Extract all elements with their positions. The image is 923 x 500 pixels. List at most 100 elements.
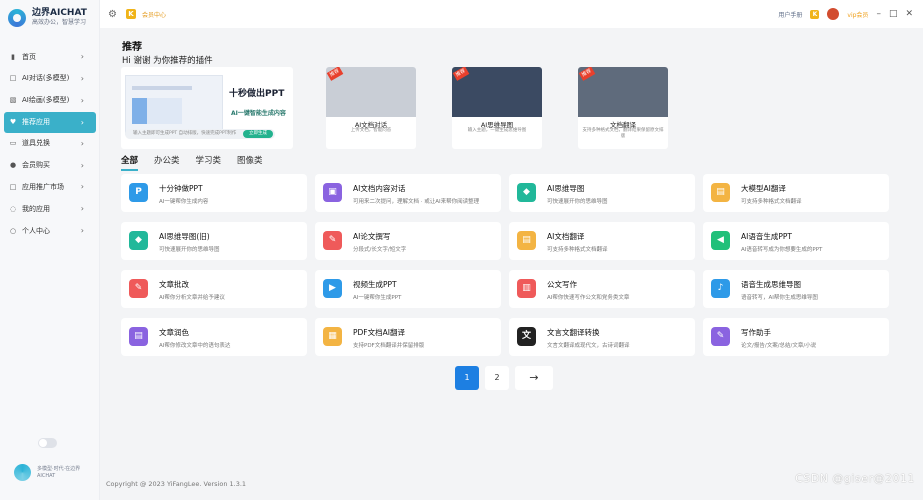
tab-3[interactable]: 图像类	[237, 154, 263, 171]
app-icon: ▤	[129, 327, 148, 346]
app-icon: ▥	[517, 279, 536, 298]
topbar-right: 用户手册 K vip会员 – □ ✕	[778, 8, 913, 20]
app-title: 语音生成思维导图	[741, 280, 801, 289]
nav-icon: □	[9, 182, 17, 191]
sidebar-item-8[interactable]: ○ 个人中心 ›	[0, 220, 100, 241]
vip-center-link[interactable]: 会员中心	[142, 10, 166, 19]
ppt-preview-image	[125, 75, 223, 135]
chevron-right-icon: ›	[80, 117, 84, 127]
app-card[interactable]: ▶ 视频生成PPT AI一键帮你生成PPT	[315, 270, 501, 308]
avatar[interactable]	[827, 8, 840, 20]
app-icon: P	[129, 183, 148, 202]
tab-1[interactable]: 办公类	[154, 154, 180, 171]
sidebar-item-1[interactable]: □ AI对话(多模型) ›	[0, 68, 100, 89]
tab-2[interactable]: 学习类	[196, 154, 222, 171]
nav-icon: ▧	[9, 96, 17, 105]
app-card[interactable]: ▤ 大模型AI翻译 可支持多种格式文档翻译	[703, 174, 889, 212]
app-card[interactable]: ▤ AI文档翻译 可支持多种格式文档翻译	[509, 222, 695, 260]
app-icon: ✎	[129, 279, 148, 298]
app-icon: ✎	[711, 327, 730, 346]
sidebar-item-3[interactable]: ♥ 推荐应用 ›	[4, 111, 96, 133]
brand-subtitle: 高效办公，智慧学习	[32, 19, 87, 26]
sidebar-item-label: 应用推广市场	[22, 182, 64, 191]
sidebar-item-label: 首页	[22, 52, 36, 61]
theme-toggle[interactable]	[38, 438, 57, 448]
nav-icon: ●	[9, 161, 17, 170]
app-card[interactable]: ▤ 文章润色 AI帮你修改文章中的语句表达	[121, 318, 307, 356]
sidebar-item-5[interactable]: ● 会员购买 ›	[0, 155, 100, 176]
app-icon: ▣	[323, 183, 342, 202]
chevron-right-icon: ›	[80, 160, 84, 170]
app-card[interactable]: ▦ PDF文档AI翻译 支持PDF文档翻译并保留排版	[315, 318, 501, 356]
app-desc: 分段式/长文字/短文字	[353, 247, 407, 253]
featured-card[interactable]: 推荐 文档翻译 支持多种格式文档，翻译结果保留原文排版	[578, 67, 668, 149]
app-card[interactable]: ✎ 文章批改 AI帮你分析文章并给予建议	[121, 270, 307, 308]
app-desc: AI语音转写成为你想要生成的PPT	[741, 247, 823, 253]
vip-badge-icon[interactable]: K	[126, 9, 136, 19]
sidebar-nav: ▮ 首页 › □ AI对话(多模型) › ▧ AI绘画(多模型) › ♥ 推荐应用 › ▭ 道具兑换 › ● 会…	[0, 46, 100, 242]
app-card[interactable]: ▥ 公文写作 AI帮你快速写作公文和党务类文章	[509, 270, 695, 308]
app-card[interactable]: ◆ AI思维导图 可快速展开你的思维导图	[509, 174, 695, 212]
chevron-right-icon: ›	[80, 204, 84, 214]
tab-0[interactable]: 全部	[121, 154, 139, 171]
app-card[interactable]: ◀ AI语音生成PPT AI语音转写成为你想要生成的PPT	[703, 222, 889, 260]
brand: 边界AICHAT 高效办公，智慧学习	[8, 8, 87, 27]
app-desc: AI帮你分析文章并给予建议	[159, 295, 225, 301]
app-desc: 可用来二次提问，理解文档 · 或让AI来帮你阅读整理	[353, 199, 480, 205]
k-badge-icon[interactable]: K	[810, 9, 820, 19]
sidebar-item-7[interactable]: ◌ 我的应用 ›	[0, 198, 100, 219]
topbar: ⚙ K 会员中心 用户手册 K vip会员 – □ ✕	[100, 0, 923, 28]
app-card[interactable]: ✎ 写作助手 论文/报告/文案/总结/文章/小说	[703, 318, 889, 356]
app-title: 文章批改	[159, 280, 189, 289]
app-icon: ◀	[711, 231, 730, 250]
app-title: AI语音生成PPT	[741, 232, 792, 241]
app-card[interactable]: 文 文言文翻译转换 文言文翻译成现代文，古诗词翻译	[509, 318, 695, 356]
maximize-button[interactable]: □	[889, 9, 898, 19]
featured-card[interactable]: 推荐 AI文档对话 上传文档，智能问答	[326, 67, 416, 149]
featured-ppt-banner[interactable]: 十秒做出PPT AI一键智能生成内容 输入主题即可生成PPT 自动排版，快速完成…	[121, 67, 293, 149]
sidebar-item-label: AI对话(多模型)	[22, 74, 70, 83]
app-desc: AI帮你快速写作公文和党务类文章	[547, 295, 630, 301]
app-card[interactable]: ▣ AI文档内容对话 可用来二次提问，理解文档 · 或让AI来帮你阅读整理	[315, 174, 501, 212]
sidebar-item-4[interactable]: ▭ 道具兑换 ›	[0, 133, 100, 154]
app-title: PDF文档AI翻译	[353, 328, 405, 337]
section-title: 推荐	[122, 42, 142, 53]
ppt-banner-title: 十秒做出PPT	[229, 89, 285, 99]
nav-icon: □	[9, 74, 17, 83]
sidebar-item-label: 我的应用	[22, 204, 50, 213]
sidebar-item-0[interactable]: ▮ 首页 ›	[0, 46, 100, 67]
app-card[interactable]: ✎ AI论文撰写 分段式/长文字/短文字	[315, 222, 501, 260]
app-title: 公文写作	[547, 280, 577, 289]
settings-icon[interactable]: ⚙	[108, 9, 117, 20]
brand-logo-icon	[8, 8, 26, 27]
nav-icon: ○	[9, 226, 17, 235]
page-1-button[interactable]: 1	[455, 366, 479, 390]
app-desc: 支持PDF文档翻译并保留排版	[353, 343, 425, 349]
footer-logo-icon	[14, 464, 31, 481]
chevron-right-icon: ›	[80, 52, 84, 61]
app-title: AI思维导图	[547, 184, 585, 193]
page-2-button[interactable]: 2	[485, 366, 509, 390]
app-card[interactable]: ◆ AI思维导图(旧) 可快速展开你的思维导图	[121, 222, 307, 260]
next-page-button[interactable]: →	[515, 366, 553, 390]
app-title: 文章润色	[159, 328, 189, 337]
app-card[interactable]: P 十分钟做PPT AI一键帮你生成内容	[121, 174, 307, 212]
app-desc: 语音转写，AI帮你生成思维导图	[741, 295, 818, 301]
nav-icon: ▮	[11, 52, 15, 61]
ppt-generate-button[interactable]: 立即生成	[243, 130, 273, 138]
app-title: AI论文撰写	[353, 232, 391, 241]
sidebar-item-6[interactable]: □ 应用推广市场 ›	[0, 176, 100, 197]
app-card[interactable]: ♪ 语音生成思维导图 语音转写，AI帮你生成思维导图	[703, 270, 889, 308]
app-icon: 文	[517, 327, 536, 346]
close-button[interactable]: ✕	[905, 9, 913, 19]
app-desc: 论文/报告/文案/总结/文章/小说	[741, 343, 817, 349]
app-title: 十分钟做PPT	[159, 184, 203, 193]
sidebar-item-2[interactable]: ▧ AI绘画(多模型) ›	[0, 90, 100, 111]
section-subtitle: Hi 谢谢 为你推荐的插件	[122, 56, 213, 66]
app-desc: AI一键帮你生成内容	[159, 199, 209, 205]
sidebar-item-label: 推荐应用	[22, 118, 50, 127]
user-manual-link[interactable]: 用户手册	[778, 10, 802, 19]
featured-card[interactable]: 推荐 AI思维导图 输入主题，一键生成思维导图	[452, 67, 542, 149]
sidebar-footer-text: 多模型·时代·在边界AICHAT	[37, 465, 81, 479]
minimize-button[interactable]: –	[876, 9, 881, 19]
